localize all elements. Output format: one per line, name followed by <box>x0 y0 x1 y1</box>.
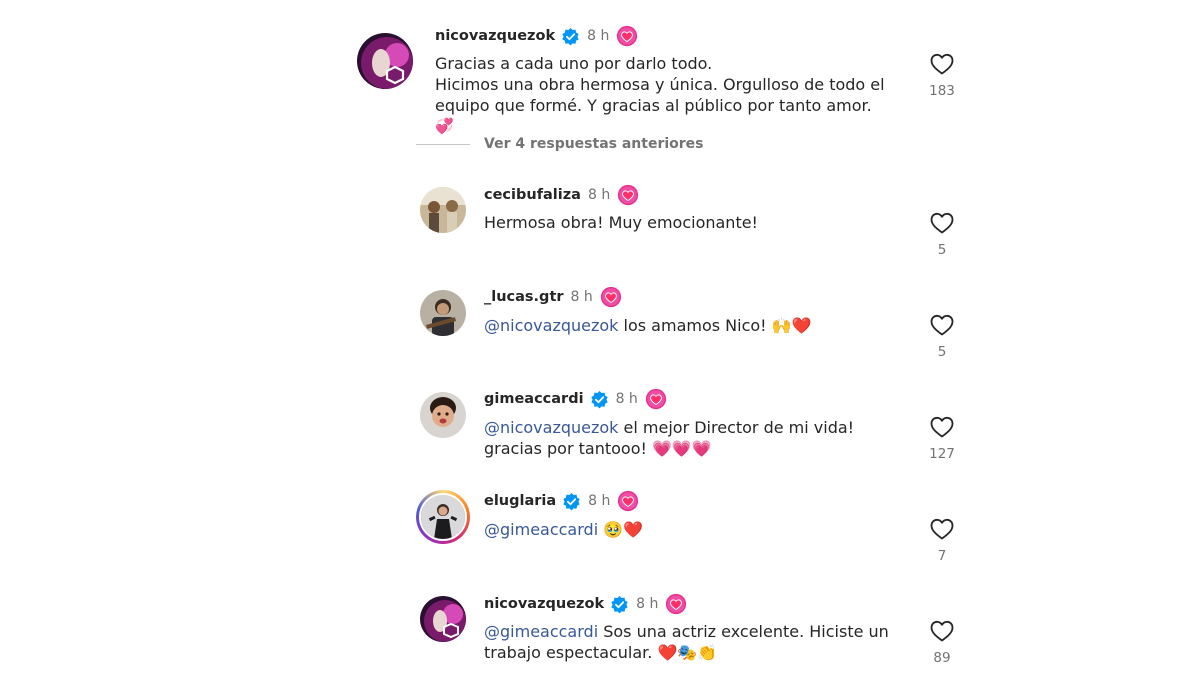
comment-text: @gimeaccardi Sos una actriz excelente. H… <box>484 621 889 663</box>
comment-line: Gracias a cada uno por darlo todo. <box>435 54 713 73</box>
comment-line-text: el mejor Director de mi vida! <box>618 418 855 437</box>
comment-line: @nicovazquezok los amamos Nico! 🙌❤️ <box>484 315 812 336</box>
comment-line: @gimeaccardi Sos una actriz excelente. H… <box>484 621 889 642</box>
sticker-heart-badge-icon[interactable] <box>617 490 639 512</box>
comment-line-text: trabajo espectacular. ❤️🎭👏 <box>484 643 718 662</box>
comment-line: @gimeaccardi 🥹❤️ <box>484 519 643 540</box>
verified-badge-icon <box>563 492 580 510</box>
comment-line: gracias por tantooo! 💗💗💗 <box>484 438 854 459</box>
sticker-heart-badge-icon[interactable] <box>617 184 639 206</box>
username[interactable]: eluglaria <box>484 493 556 509</box>
username[interactable]: nicovazquezok <box>484 596 604 612</box>
like-count: 5 <box>937 242 947 258</box>
comment-line: trabajo espectacular. ❤️🎭👏 <box>484 642 889 663</box>
like-control[interactable]: 5 <box>929 314 955 360</box>
view-previous-replies-label[interactable]: Ver 4 respuestas anteriores <box>484 136 704 152</box>
mention-link[interactable]: @nicovazquezok <box>484 418 618 437</box>
avatar[interactable] <box>420 596 466 642</box>
like-count: 89 <box>933 650 951 666</box>
timestamp: 8 h <box>636 596 659 612</box>
heart-outline-icon[interactable] <box>930 53 954 75</box>
comment-text: @gimeaccardi 🥹❤️ <box>484 519 643 540</box>
verified-badge-icon <box>590 390 608 408</box>
like-count: 127 <box>929 446 955 462</box>
comment-line-text: gracias por tantooo! 💗💗💗 <box>484 439 712 458</box>
mention-link[interactable]: @gimeaccardi <box>484 622 598 641</box>
username[interactable]: nicovazquezok <box>435 28 555 44</box>
like-control[interactable]: 7 <box>929 518 955 564</box>
heart-outline-icon[interactable] <box>930 212 954 234</box>
heart-outline-icon[interactable] <box>930 416 954 438</box>
comment-line-text: los amamos Nico! 🙌❤️ <box>618 316 812 335</box>
comment-line: Hermosa obra! Muy emocionante! <box>484 212 758 233</box>
comments-thread: nicovazquezok 8 h Gracias a cada uno por… <box>0 0 1200 675</box>
timestamp: 8 h <box>587 187 611 203</box>
username[interactable]: gimeaccardi <box>484 391 584 407</box>
like-control[interactable]: 127 <box>929 416 955 462</box>
mention-link[interactable]: @nicovazquezok <box>484 316 618 335</box>
username[interactable]: _lucas.gtr <box>484 289 564 305</box>
like-control[interactable]: 5 <box>929 212 955 258</box>
verified-badge-icon <box>611 595 628 613</box>
heart-outline-icon[interactable] <box>930 620 954 642</box>
like-control[interactable]: 183 <box>929 53 955 99</box>
comment-line-text: Sos una actriz excelente. Hiciste un <box>598 622 889 641</box>
avatar[interactable] <box>357 33 413 89</box>
comment-text: Hermosa obra! Muy emocionante! <box>484 212 758 233</box>
comment-line: Hicimos una obra hermosa y única. Orgull… <box>435 75 885 94</box>
comment-line: 💞 <box>435 117 454 135</box>
username[interactable]: cecibufaliza <box>484 187 581 203</box>
comment-text: @nicovazquezok los amamos Nico! 🙌❤️ <box>484 315 812 336</box>
avatar <box>419 493 467 541</box>
like-control[interactable]: 89 <box>929 620 955 666</box>
timestamp: 8 h <box>570 289 593 305</box>
avatar[interactable] <box>420 187 466 233</box>
avatar[interactable] <box>420 290 466 336</box>
timestamp: 8 h <box>587 28 610 44</box>
comment-text: Gracias a cada uno por darlo todo. Hicim… <box>435 53 885 137</box>
like-count: 5 <box>937 344 947 360</box>
sticker-heart-badge-icon[interactable] <box>616 25 638 47</box>
comment-line-text: Hermosa obra! Muy emocionante! <box>484 213 758 232</box>
comment-line-text: 🥹❤️ <box>598 520 644 539</box>
sticker-heart-badge-icon[interactable] <box>665 593 687 615</box>
view-previous-replies-button[interactable]: Ver 4 respuestas anteriores <box>416 136 704 152</box>
timestamp: 8 h <box>588 493 611 509</box>
comment-line: equipo que formé. Y gracias al público p… <box>435 96 872 115</box>
like-count: 7 <box>937 548 947 564</box>
heart-outline-icon[interactable] <box>930 518 954 540</box>
timestamp: 8 h <box>615 391 638 407</box>
heart-outline-icon[interactable] <box>930 314 954 336</box>
mention-link[interactable]: @gimeaccardi <box>484 520 598 539</box>
verified-badge-icon <box>562 27 579 45</box>
sticker-heart-badge-icon[interactable] <box>600 286 622 308</box>
divider <box>416 143 470 145</box>
sticker-heart-badge-icon[interactable] <box>645 388 667 410</box>
like-count: 183 <box>929 83 955 99</box>
comment-line: @nicovazquezok el mejor Director de mi v… <box>484 417 854 438</box>
comment-text: @nicovazquezok el mejor Director de mi v… <box>484 417 854 459</box>
avatar-story-ring[interactable] <box>416 490 470 544</box>
avatar[interactable] <box>420 392 466 438</box>
